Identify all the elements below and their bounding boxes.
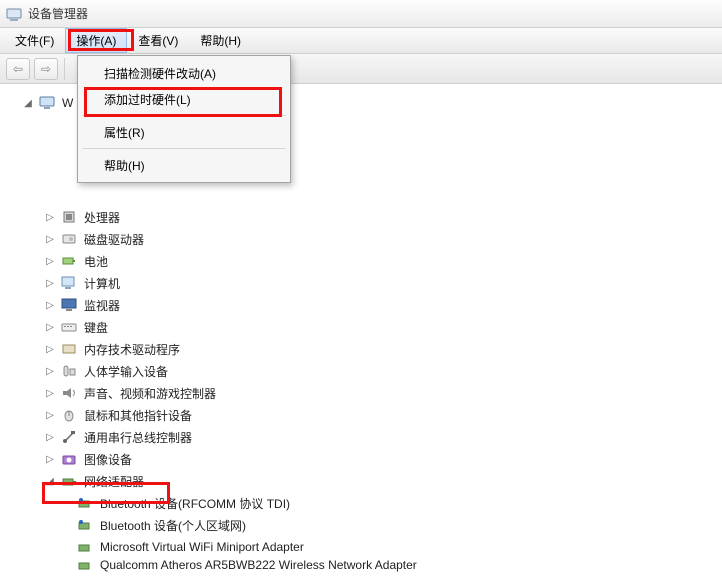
tree-node-monitor[interactable]: ▷ 监视器	[6, 294, 718, 316]
network-adapter-icon	[76, 558, 94, 572]
tree-node-label: 键盘	[82, 318, 110, 337]
tree-leaf-virtual-wifi[interactable]: Microsoft Virtual WiFi Miniport Adapter	[6, 536, 718, 558]
tree-node-network[interactable]: ◢ 网络适配器	[6, 470, 718, 492]
usb-icon	[60, 429, 78, 445]
expand-icon[interactable]: ▷	[44, 431, 56, 443]
disk-icon	[60, 231, 78, 247]
camera-icon	[60, 451, 78, 467]
toolbar-separator	[64, 58, 65, 80]
tree-node-label: 电池	[82, 252, 110, 271]
dropdown-separator	[82, 148, 286, 149]
menu-action[interactable]: 操作(A)	[65, 28, 127, 53]
expand-icon[interactable]: ▷	[44, 453, 56, 465]
tree-node-sound[interactable]: ▷ 声音、视频和游戏控制器	[6, 382, 718, 404]
dropdown-help[interactable]: 帮助(H)	[80, 152, 288, 178]
expand-icon[interactable]: ▷	[44, 277, 56, 289]
cpu-icon	[60, 209, 78, 225]
tree-root-label: W	[60, 95, 75, 111]
tree-node-label: 网络适配器	[82, 472, 146, 491]
network-icon	[60, 473, 78, 489]
collapse-icon[interactable]: ◢	[22, 97, 34, 109]
tree-node-label: 内存技术驱动程序	[82, 340, 182, 359]
menu-file[interactable]: 文件(F)	[4, 28, 65, 53]
tree-node-memory[interactable]: ▷ 内存技术驱动程序	[6, 338, 718, 360]
monitor-icon	[60, 297, 78, 313]
menu-view[interactable]: 查看(V)	[127, 28, 189, 53]
computer-icon	[38, 95, 56, 111]
mouse-icon	[60, 407, 78, 423]
nav-back-button[interactable]: ⇦	[6, 58, 30, 80]
window-title: 设备管理器	[28, 5, 88, 22]
tree-node-cpu[interactable]: ▷ 处理器	[6, 206, 718, 228]
expand-icon[interactable]: ▷	[44, 343, 56, 355]
tree-leaf-bt-pan[interactable]: Bluetooth 设备(个人区域网)	[6, 514, 718, 536]
tree-node-hid[interactable]: ▷ 人体学输入设备	[6, 360, 718, 382]
tree-leaf-label: Bluetooth 设备(个人区域网)	[98, 516, 248, 535]
tree-node-label: 监视器	[82, 296, 122, 315]
tree-node-imaging[interactable]: ▷ 图像设备	[6, 448, 718, 470]
dropdown-add-legacy-hardware[interactable]: 添加过时硬件(L)	[80, 86, 288, 112]
battery-icon	[60, 253, 78, 269]
tree-leaf-label: Qualcomm Atheros AR5BWB222 Wireless Netw…	[98, 558, 419, 572]
tree-node-label: 声音、视频和游戏控制器	[82, 384, 218, 403]
dropdown-scan-hardware[interactable]: 扫描检测硬件改动(A)	[80, 60, 288, 86]
tree-node-keyboard[interactable]: ▷ 键盘	[6, 316, 718, 338]
network-adapter-icon	[76, 495, 94, 511]
tree-node-mouse[interactable]: ▷ 鼠标和其他指针设备	[6, 404, 718, 426]
expand-icon[interactable]: ▷	[44, 321, 56, 333]
menubar: 文件(F) 操作(A) 查看(V) 帮助(H)	[0, 28, 722, 54]
titlebar: 设备管理器	[0, 0, 722, 28]
expand-icon[interactable]: ▷	[44, 211, 56, 223]
expand-icon[interactable]: ▷	[44, 409, 56, 421]
tree-node-label: 处理器	[82, 208, 122, 227]
pc-icon	[60, 275, 78, 291]
tree-node-label: 鼠标和其他指针设备	[82, 406, 194, 425]
expand-icon[interactable]: ▷	[44, 387, 56, 399]
hid-icon	[60, 363, 78, 379]
tree-node-label: 图像设备	[82, 450, 134, 469]
tree-node-label: 通用串行总线控制器	[82, 428, 194, 447]
chip-icon	[60, 341, 78, 357]
collapse-icon[interactable]: ◢	[44, 475, 56, 487]
app-icon	[6, 6, 22, 22]
expand-icon[interactable]: ▷	[44, 233, 56, 245]
action-dropdown: 扫描检测硬件改动(A) 添加过时硬件(L) 属性(R) 帮助(H)	[77, 55, 291, 183]
network-adapter-icon	[76, 539, 94, 555]
menu-help[interactable]: 帮助(H)	[189, 28, 252, 53]
tree-leaf-atheros[interactable]: Qualcomm Atheros AR5BWB222 Wireless Netw…	[6, 558, 718, 572]
tree-node-label: 磁盘驱动器	[82, 230, 146, 249]
tree-leaf-bt-rfcomm[interactable]: Bluetooth 设备(RFCOMM 协议 TDI)	[6, 492, 718, 514]
tree-leaf-label: Microsoft Virtual WiFi Miniport Adapter	[98, 539, 306, 555]
expand-icon[interactable]: ▷	[44, 255, 56, 267]
expand-icon[interactable]: ▷	[44, 365, 56, 377]
network-adapter-icon	[76, 517, 94, 533]
tree-node-label: 计算机	[82, 274, 122, 293]
tree-node-battery[interactable]: ▷ 电池	[6, 250, 718, 272]
tree-leaf-label: Bluetooth 设备(RFCOMM 协议 TDI)	[98, 494, 292, 513]
tree-node-disk[interactable]: ▷ 磁盘驱动器	[6, 228, 718, 250]
dropdown-separator	[82, 115, 286, 116]
expand-icon[interactable]: ▷	[44, 299, 56, 311]
keyboard-icon	[60, 319, 78, 335]
nav-forward-button[interactable]: ⇨	[34, 58, 58, 80]
dropdown-properties[interactable]: 属性(R)	[80, 119, 288, 145]
tree-node-label: 人体学输入设备	[82, 362, 170, 381]
sound-icon	[60, 385, 78, 401]
tree-node-computer[interactable]: ▷ 计算机	[6, 272, 718, 294]
tree-node-usb[interactable]: ▷ 通用串行总线控制器	[6, 426, 718, 448]
